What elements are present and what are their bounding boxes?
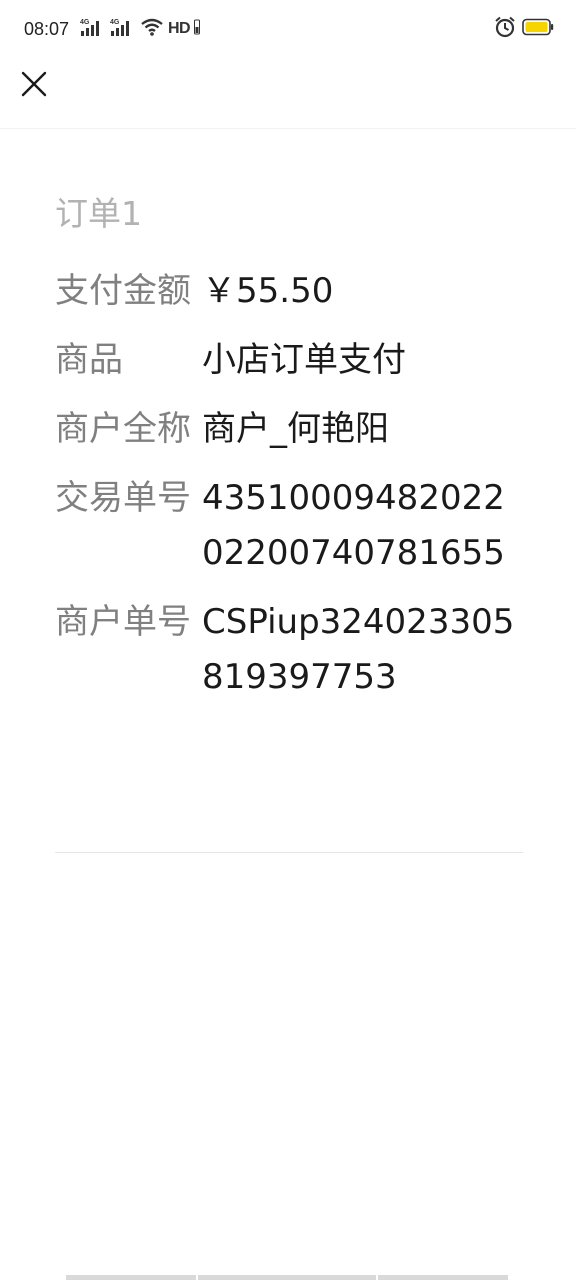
- order-title: 订单1: [55, 194, 142, 233]
- detail-label: 交易单号: [55, 478, 191, 518]
- detail-value-product: 小店订单支付: [202, 340, 406, 380]
- bottom-edge: [66, 1275, 510, 1280]
- detail-label: 支付金额: [55, 271, 191, 311]
- top-bar: [0, 58, 576, 129]
- sim-icon: [194, 18, 201, 40]
- detail-value-merchant-order-id: CSPiup324023305819397753: [202, 602, 515, 697]
- divider: [55, 852, 523, 853]
- detail-label: 商品: [55, 340, 123, 380]
- detail-label: 商户全称: [55, 409, 191, 449]
- detail-value-amount: ￥55.50: [202, 271, 334, 311]
- bottom-edge-segment: [66, 1275, 196, 1280]
- close-button[interactable]: [14, 66, 54, 106]
- detail-value-merchant-name: 商户_何艳阳: [202, 409, 389, 449]
- order-detail-list: 支付金额 ￥55.50 商品 小店订单支付 商户全称 商户_何艳阳 交易单号 4…: [55, 264, 523, 719]
- bottom-edge-segment: [378, 1275, 508, 1280]
- status-network-label: HD: [168, 20, 191, 37]
- svg-text:4G: 4G: [80, 19, 90, 26]
- detail-value-transaction-id: 4351000948202202200740781655: [202, 478, 505, 573]
- detail-row-transaction-id: 交易单号 4351000948202202200740781655: [55, 471, 523, 581]
- status-time: 08:07: [24, 19, 70, 39]
- status-network-icons: 4G 4G HD: [80, 17, 201, 41]
- signal-4g-icon: 4G: [80, 17, 106, 41]
- status-right-icons: [494, 16, 554, 42]
- detail-row-merchant-order-id: 商户单号 CSPiup324023305819397753: [55, 595, 523, 705]
- svg-text:4G: 4G: [110, 19, 120, 26]
- close-icon: [20, 70, 48, 102]
- battery-icon: [522, 18, 554, 40]
- detail-label: 商户单号: [55, 602, 191, 642]
- detail-row-product: 商品 小店订单支付: [55, 333, 523, 388]
- alarm-icon: [494, 16, 516, 42]
- status-bar: 08:07 4G 4G HD: [0, 0, 576, 58]
- wifi-icon: [140, 17, 164, 41]
- bottom-edge-segment: [198, 1275, 376, 1280]
- signal-4g-icon: 4G: [110, 17, 136, 41]
- detail-row-amount: 支付金额 ￥55.50: [55, 264, 523, 319]
- detail-row-merchant-name: 商户全称 商户_何艳阳: [55, 402, 523, 457]
